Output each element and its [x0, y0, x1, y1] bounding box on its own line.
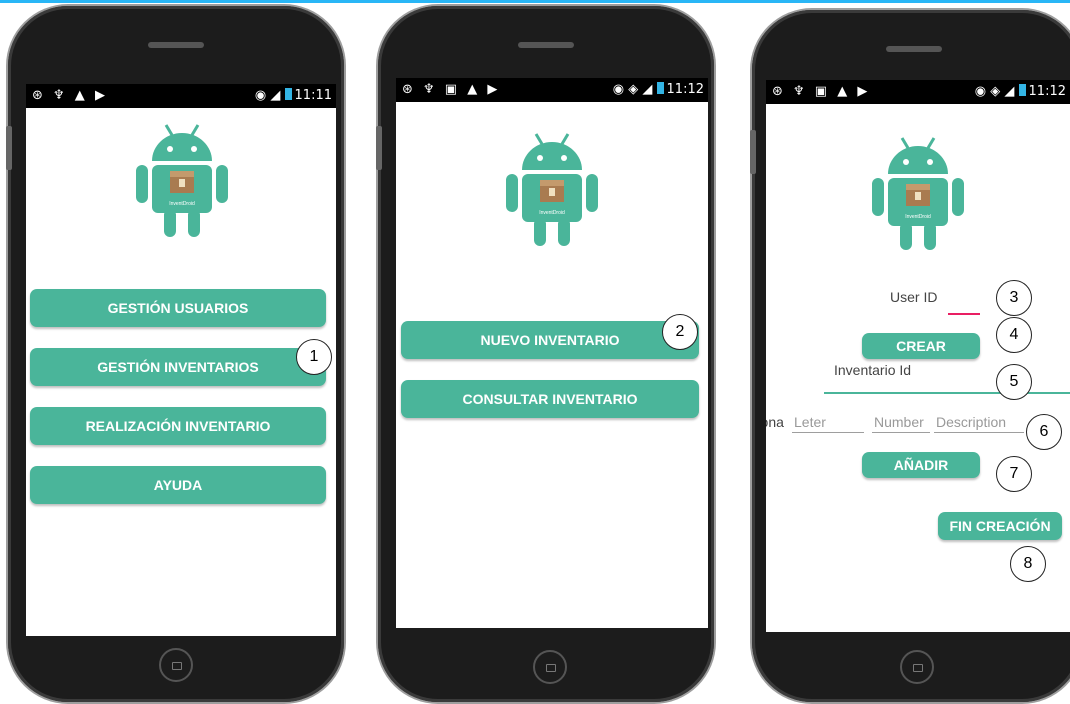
home-button[interactable] — [900, 650, 934, 684]
callout-6: 6 — [1026, 414, 1062, 450]
gestion-inventarios-button[interactable]: GESTIÓN INVENTARIOS — [30, 348, 326, 386]
consultar-inventario-button[interactable]: CONSULTAR INVENTARIO — [401, 380, 699, 418]
phone-2: ⊛ ♆ ▣ ▲ ▶ ◉ ◈ ◢ 11:12 InventDroid NUEVO … — [376, 6, 714, 702]
svg-text:InventDroid: InventDroid — [169, 201, 195, 207]
phone-side-key — [376, 126, 382, 170]
screen-1: ⊛ ♆ ▲ ▶ ◉ ◢ 11:11 InventDroid GESTIÓN US… — [26, 84, 336, 636]
user-id-label: User ID — [890, 289, 938, 305]
clock: 11:12 — [666, 82, 704, 97]
inventario-id-field[interactable] — [824, 392, 1070, 394]
status-bar: ⊛ ♆ ▣ ▲ ▶ ◉ ◈ ◢ 11:12 — [766, 80, 1070, 104]
callout-5: 5 — [996, 364, 1032, 400]
status-bar: ⊛ ♆ ▲ ▶ ◉ ◢ 11:11 — [26, 84, 336, 108]
zona-label: Zona — [766, 414, 784, 430]
leter-field[interactable] — [792, 432, 864, 433]
signal-icon: ◉ ◢ — [254, 88, 281, 103]
callout-1: 1 — [296, 339, 332, 375]
notification-icons: ⊛ ♆ ▣ ▲ ▶ — [402, 82, 501, 97]
svg-text:InventDroid: InventDroid — [905, 214, 931, 220]
battery-icon — [284, 88, 292, 100]
callout-8: 8 — [1010, 546, 1046, 582]
battery-icon — [656, 82, 664, 94]
home-button[interactable] — [159, 648, 193, 682]
top-border — [0, 0, 1070, 3]
crear-button[interactable]: CREAR — [862, 333, 980, 359]
status-right: ◉ ◈ ◢ 11:12 — [613, 82, 704, 97]
notification-icons: ⊛ ♆ ▲ ▶ — [32, 88, 108, 103]
ayuda-button[interactable]: AYUDA — [30, 466, 326, 504]
signal-icon: ◉ ◈ ◢ — [974, 84, 1015, 99]
leter-field-hint: Leter — [794, 414, 826, 430]
phone-side-key — [750, 130, 756, 174]
callout-2: 2 — [662, 314, 698, 350]
screen-2: ⊛ ♆ ▣ ▲ ▶ ◉ ◈ ◢ 11:12 InventDroid NUEVO … — [396, 78, 708, 628]
phone-3: ⊛ ♆ ▣ ▲ ▶ ◉ ◈ ◢ 11:12 InventDroid User I… — [750, 10, 1070, 702]
clock: 11:12 — [1028, 84, 1066, 99]
status-right: ◉ ◢ 11:11 — [255, 88, 332, 103]
clock: 11:11 — [294, 88, 332, 103]
battery-icon — [1018, 84, 1026, 96]
signal-icon: ◉ ◈ ◢ — [612, 82, 653, 97]
callout-3: 3 — [996, 280, 1032, 316]
phone-speaker — [148, 42, 204, 48]
phone-side-key — [6, 126, 12, 170]
anadir-button[interactable]: AÑADIR — [862, 452, 980, 478]
status-right: ◉ ◈ ◢ 11:12 — [975, 84, 1066, 99]
fin-creacion-button[interactable]: FIN CREACIÓN — [938, 512, 1062, 540]
number-field-hint: Number — [874, 414, 924, 430]
gestion-usuarios-button[interactable]: GESTIÓN USUARIOS — [30, 289, 326, 327]
app-logo: InventDroid — [872, 137, 964, 250]
nuevo-inventario-button[interactable]: NUEVO INVENTARIO — [401, 321, 699, 359]
home-button[interactable] — [533, 650, 567, 684]
callout-7: 7 — [996, 456, 1032, 492]
app-logo: InventDroid — [136, 124, 228, 237]
notification-icons: ⊛ ♆ ▣ ▲ ▶ — [772, 84, 871, 99]
user-id-field[interactable] — [948, 313, 980, 315]
phone-speaker — [886, 46, 942, 52]
phone-1: ⊛ ♆ ▲ ▶ ◉ ◢ 11:11 InventDroid GESTIÓN US… — [6, 6, 344, 702]
svg-text:InventDroid: InventDroid — [539, 210, 565, 216]
app-logo: InventDroid — [506, 133, 598, 246]
description-field[interactable] — [934, 432, 1024, 433]
status-bar: ⊛ ♆ ▣ ▲ ▶ ◉ ◈ ◢ 11:12 — [396, 78, 708, 102]
callout-4: 4 — [996, 317, 1032, 353]
phone-speaker — [518, 42, 574, 48]
description-field-hint: Description — [936, 414, 1007, 430]
realizacion-inventario-button[interactable]: REALIZACIÓN INVENTARIO — [30, 407, 326, 445]
inventario-id-label: Inventario Id — [834, 362, 912, 378]
number-field[interactable] — [872, 432, 930, 433]
